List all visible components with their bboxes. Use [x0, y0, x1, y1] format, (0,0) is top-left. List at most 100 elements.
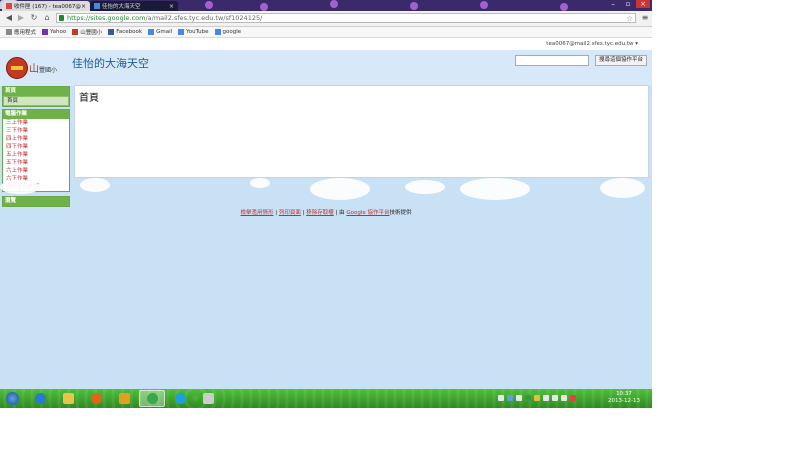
tray-icon[interactable] — [516, 395, 522, 401]
url-path: /a/mail2.sfes.tyc.edu.tw/sf1024125/ — [145, 14, 263, 22]
volume-icon[interactable] — [561, 395, 567, 401]
report-abuse-link[interactable]: 檢舉濫用情形 — [240, 210, 273, 216]
sidebar-heading: 首頁 — [3, 87, 69, 96]
url-host: https://sites.google.com — [67, 14, 146, 22]
decor — [205, 1, 213, 9]
close-window-icon[interactable]: × — [636, 0, 650, 8]
separator: | — [335, 210, 338, 216]
reload-icon[interactable]: ↻ — [29, 13, 39, 23]
chrome-icon — [146, 393, 158, 404]
clock-date: 2013-12-13 — [608, 398, 640, 404]
school-logo[interactable]: 山豐國小 — [6, 56, 66, 80]
flag-icon[interactable] — [543, 395, 549, 401]
separator: | — [275, 210, 278, 216]
tray-icon[interactable] — [498, 395, 504, 401]
menu-icon[interactable]: ≡ — [640, 13, 650, 23]
browser-toolbar: ◀ ▶ ↻ ⌂ https://sites.google.com/a/mail2… — [0, 11, 652, 27]
sidebar-item-home[interactable]: 首頁 — [3, 96, 69, 106]
taskbar-ie[interactable] — [27, 390, 53, 407]
footer: 檢舉濫用情形 | 列印頁面 | 移除存取權 | 由 Google 協作平台技術提… — [0, 208, 652, 216]
sidebar-item[interactable]: 三上作業 — [3, 119, 69, 127]
start-button[interactable] — [2, 390, 22, 407]
bookmark-label: Facebook — [116, 29, 143, 35]
youtube-icon — [178, 29, 185, 35]
logo-main: 山 — [29, 64, 39, 75]
school-icon — [72, 29, 79, 35]
bookmark-youtube[interactable]: YouTube — [178, 29, 209, 35]
network-icon[interactable] — [552, 395, 558, 401]
firefox-icon — [90, 393, 102, 404]
home-icon[interactable]: ⌂ — [42, 13, 52, 23]
minimize-icon[interactable]: – — [606, 0, 620, 8]
sites-icon — [94, 3, 100, 9]
web-page: tea0067@mail2.sfes.tyc.edu.tw ▾ 山豐國小 佳怡的… — [0, 38, 652, 389]
sidebar-item[interactable]: 六上作業 — [3, 167, 69, 175]
tab-gmail[interactable]: 收件匣 (167) - tea0067@ × — [2, 1, 90, 11]
tab-label: 收件匣 (167) - tea0067@ — [14, 4, 81, 10]
taskbar-extra-app[interactable] — [195, 390, 221, 407]
cloud — [0, 180, 40, 194]
tray-icon[interactable] — [525, 395, 531, 401]
tray-icon[interactable] — [570, 395, 576, 401]
bookmark-label: 應用程式 — [14, 30, 37, 36]
taskbar-firefox[interactable] — [83, 390, 109, 407]
site-header: 山豐國小 佳怡的大海天空 搜尋這個協作平台 — [0, 50, 652, 86]
folder-icon — [62, 393, 74, 404]
bookmark-label: YouTube — [186, 29, 209, 35]
google-sites-link[interactable]: Google 協作平台 — [346, 210, 389, 216]
bookmark-google[interactable]: google — [214, 29, 242, 35]
help-icon[interactable] — [507, 395, 513, 401]
separator: | — [302, 210, 305, 216]
taskbar-explorer[interactable] — [55, 390, 81, 407]
lock-icon — [59, 15, 64, 21]
back-icon[interactable]: ◀ — [4, 13, 14, 23]
tray-icon[interactable] — [534, 395, 540, 401]
sidebar-item[interactable]: 五上作業 — [3, 151, 69, 159]
apps-icon — [6, 29, 12, 35]
tab-strip: 收件匣 (167) - tea0067@ × 佳怡的大海天空 × – ▫ × — [0, 0, 652, 11]
clock[interactable]: 10:37 2013-12-13 — [606, 391, 642, 405]
skype-icon — [174, 393, 186, 404]
gmail-icon — [148, 29, 155, 35]
forward-icon[interactable]: ▶ — [16, 13, 26, 23]
close-icon[interactable]: × — [169, 3, 174, 10]
bookmark-facebook[interactable]: Facebook — [108, 29, 142, 35]
sidebar-item[interactable]: 三下作業 — [3, 127, 69, 135]
taskbar-media-player[interactable] — [111, 390, 137, 407]
sidebar-section-home: 首頁 首頁 — [2, 86, 70, 107]
maximize-icon[interactable]: ▫ — [621, 0, 635, 8]
bookmark-school[interactable]: 山豐國小 — [72, 28, 102, 36]
cloud — [405, 180, 445, 194]
logo-text: 山豐國小 — [29, 60, 57, 75]
media-player-icon — [118, 393, 130, 404]
bookmark-yahoo[interactable]: Yahoo — [42, 29, 66, 35]
star-icon[interactable]: ☆ — [626, 14, 633, 23]
facebook-icon — [108, 29, 115, 35]
screen: 收件匣 (167) - tea0067@ × 佳怡的大海天空 × – ▫ × ◀… — [0, 0, 652, 408]
bookmark-apps[interactable]: 應用程式 — [6, 28, 36, 36]
cloud — [600, 178, 645, 198]
address-bar[interactable]: https://sites.google.com/a/mail2.sfes.ty… — [56, 13, 636, 23]
site-title[interactable]: 佳怡的大海天空 — [72, 55, 149, 71]
bookmarks-bar: 應用程式 Yahoo 山豐國小 Facebook Gmail YouTube g… — [0, 27, 652, 38]
main-content: 首頁 — [74, 85, 649, 178]
powered-prefix: 由 — [339, 210, 345, 216]
sidebar-item[interactable]: 四下作業 — [3, 143, 69, 151]
user-email[interactable]: tea0067@mail2.sfes.tyc.edu.tw ▾ — [546, 41, 638, 47]
print-page-link[interactable]: 列印頁面 — [279, 210, 301, 216]
taskbar-chrome[interactable] — [139, 390, 165, 407]
sidebar-item[interactable]: 五下作業 — [3, 159, 69, 167]
bookmark-gmail[interactable]: Gmail — [148, 29, 172, 35]
search-button[interactable]: 搜尋這個協作平台 — [595, 55, 647, 66]
close-icon[interactable]: × — [81, 3, 86, 10]
sidebar-heading: 電腦作業 — [3, 110, 69, 119]
powered-suffix: 技術提供 — [389, 210, 412, 216]
tab-sites[interactable]: 佳怡的大海天空 × — [90, 1, 178, 11]
search-input[interactable] — [515, 55, 589, 66]
remove-access-link[interactable]: 移除存取權 — [306, 210, 334, 216]
cloud — [250, 178, 270, 188]
gmail-icon — [6, 3, 12, 9]
taskbar-skype[interactable] — [167, 390, 193, 407]
sidebar-item[interactable]: 四上作業 — [3, 135, 69, 143]
bookmark-label: google — [222, 29, 242, 35]
